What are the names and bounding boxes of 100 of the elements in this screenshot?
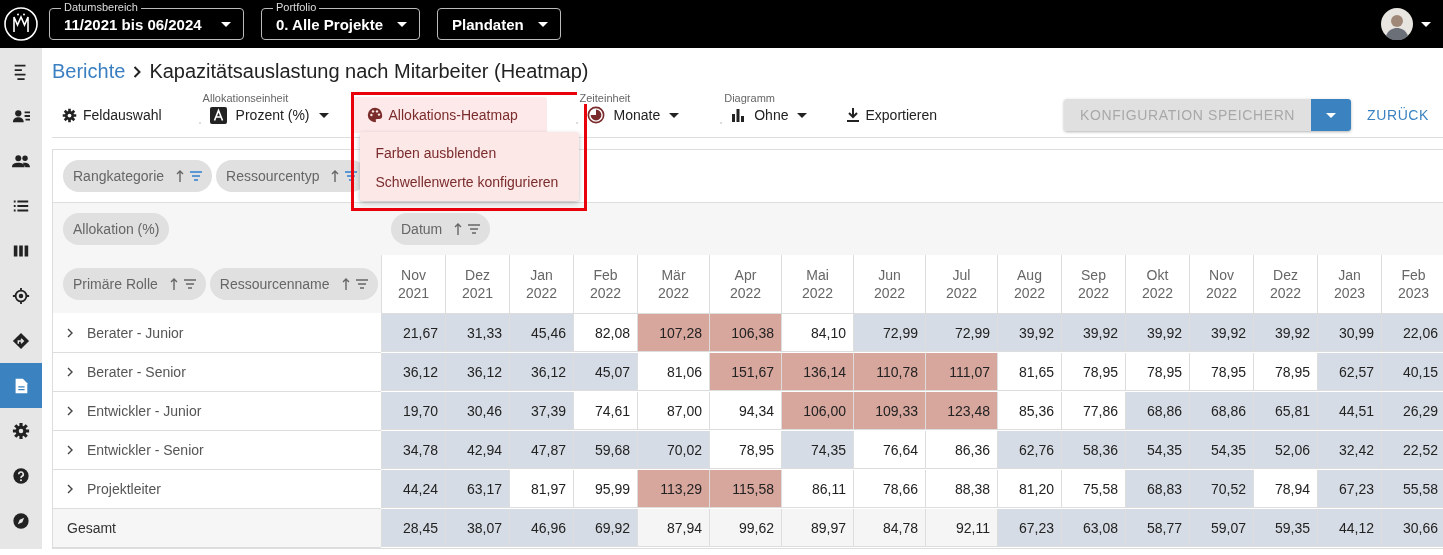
- table-cell: 76,64: [853, 431, 925, 469]
- palette-icon: [366, 107, 383, 123]
- chevron-right-icon: [133, 65, 142, 78]
- avatar[interactable]: [1381, 8, 1413, 40]
- filter-icon[interactable]: [355, 279, 368, 289]
- column-header: Nov 2022: [1189, 255, 1253, 314]
- table-cell: 39,92: [1061, 314, 1125, 352]
- select-value: Plandaten: [452, 15, 524, 33]
- table-cell: 39,92: [1253, 314, 1317, 352]
- expand-chevron-icon[interactable]: [67, 367, 73, 377]
- export-button[interactable]: Exportieren: [837, 99, 948, 131]
- table-cell: 30,46: [445, 392, 509, 430]
- field-label: Datumsbereich: [61, 1, 141, 13]
- logo[interactable]: [4, 7, 38, 41]
- table-cell: 45,07: [573, 353, 637, 391]
- table-cell: 62,57: [1317, 353, 1381, 391]
- select-value: 0. Alle Projekte: [276, 15, 383, 33]
- table-cell: 106,00: [781, 392, 853, 430]
- table-cell: 63,17: [445, 470, 509, 508]
- select-field[interactable]: Zeiteinheit Monate: [562, 91, 694, 131]
- table-cell: 22,52: [1381, 431, 1443, 469]
- table-cell: 37,39: [509, 392, 573, 430]
- expand-chevron-icon[interactable]: [67, 328, 73, 338]
- table-cell: 40,15: [1381, 353, 1443, 391]
- select-field[interactable]: Diagramm Ohne: [707, 91, 822, 131]
- select-field[interactable]: Allokationseinheit Prozent (%): [185, 91, 343, 131]
- sort-arrow-icon[interactable]: [169, 278, 178, 290]
- field-chip[interactable]: Allokation (%): [63, 213, 170, 245]
- settings-icon: [12, 421, 30, 440]
- filter-icon[interactable]: [183, 279, 196, 289]
- filter-icon[interactable]: [345, 171, 358, 181]
- help-icon: [12, 466, 30, 485]
- sort-arrow-icon[interactable]: [176, 170, 185, 182]
- table-cell: 78,95: [709, 431, 781, 469]
- column-header: Dez 2021: [445, 255, 509, 314]
- field-selection-button[interactable]: Feldauswahl: [52, 99, 172, 131]
- table-cell: 86,11: [781, 470, 853, 508]
- field-chip[interactable]: Ressourcenname: [209, 268, 378, 300]
- expand-chevron-icon[interactable]: [67, 406, 73, 416]
- table-cell: 55,58: [1381, 470, 1443, 508]
- row-label: Gesamt: [67, 520, 116, 536]
- table-cell: 59,35: [1253, 509, 1317, 547]
- column-header: Feb 2022: [573, 255, 637, 314]
- table-cell: 44,24: [381, 470, 445, 508]
- column-header: Mai 2022: [781, 255, 853, 314]
- table-cell: 87,94: [637, 509, 709, 547]
- row-label: Projektleiter: [87, 481, 161, 497]
- breadcrumb-link[interactable]: Berichte: [52, 60, 126, 83]
- table-cell: 52,06: [1253, 431, 1317, 469]
- table-cell: 19,70: [381, 392, 445, 430]
- table-cell: 65,81: [1253, 392, 1317, 430]
- table-cell: 39,92: [1125, 314, 1189, 352]
- table-cell: 68,86: [1189, 392, 1253, 430]
- sort-arrow-icon[interactable]: [341, 278, 350, 290]
- table-cell: 78,94: [1253, 470, 1317, 508]
- expand-chevron-icon[interactable]: [67, 484, 73, 494]
- column-header: Mär 2022: [637, 255, 709, 314]
- table-cell: 78,95: [1125, 353, 1189, 391]
- table-cell: 59,68: [573, 431, 637, 469]
- field-chip[interactable]: Rangkategorie: [63, 160, 213, 192]
- table-cell: 107,28: [637, 314, 709, 352]
- sort-arrow-icon[interactable]: [454, 223, 463, 235]
- table-cell: 84,10: [781, 314, 853, 352]
- download-icon: [847, 108, 860, 122]
- field-chip[interactable]: Primäre Rolle: [63, 268, 206, 300]
- filter-icon[interactable]: [468, 224, 481, 234]
- table-cell: 85,36: [997, 392, 1061, 430]
- expand-chevron-icon[interactable]: [67, 445, 73, 455]
- table-cell: 58,36: [1061, 431, 1125, 469]
- table-cell: 74,61: [573, 392, 637, 430]
- caret-icon: [221, 21, 231, 27]
- column-header: Aug 2022: [997, 255, 1061, 314]
- column-header: Jul 2022: [925, 255, 997, 314]
- back-link[interactable]: ZURÜCK: [1367, 107, 1429, 123]
- field-label: Allokationseinheit: [199, 92, 292, 104]
- table-cell: 70,52: [1189, 470, 1253, 508]
- column-header: Jan 2022: [509, 255, 573, 314]
- table-cell: 75,58: [1061, 470, 1125, 508]
- letter-a-icon: [209, 106, 227, 124]
- table-cell: 88,38: [925, 470, 997, 508]
- table-cell: 44,12: [1317, 509, 1381, 547]
- dropdown-button[interactable]: [1311, 99, 1352, 131]
- table-cell: 42,94: [445, 431, 509, 469]
- table-cell: 86,36: [925, 431, 997, 469]
- table-cell: 21,67: [381, 314, 445, 352]
- table-cell: 68,83: [1125, 470, 1189, 508]
- bar-chart-icon: [731, 108, 746, 122]
- clock-icon: [586, 106, 605, 124]
- sort-arrow-icon[interactable]: [331, 170, 340, 182]
- row-label: Berater - Senior: [87, 364, 186, 380]
- table-cell: 46,96: [509, 509, 573, 547]
- table-cell: 38,07: [445, 509, 509, 547]
- table-cell: 77,86: [1061, 392, 1125, 430]
- table-cell: 39,92: [1189, 314, 1253, 352]
- table-cell: 111,07: [925, 353, 997, 391]
- table-cell: 113,29: [637, 470, 709, 508]
- select-value: Prozent (%): [235, 107, 310, 123]
- table-cell: 36,12: [445, 353, 509, 391]
- field-chip[interactable]: Datum: [391, 213, 491, 245]
- table-cell: 78,66: [853, 470, 925, 508]
